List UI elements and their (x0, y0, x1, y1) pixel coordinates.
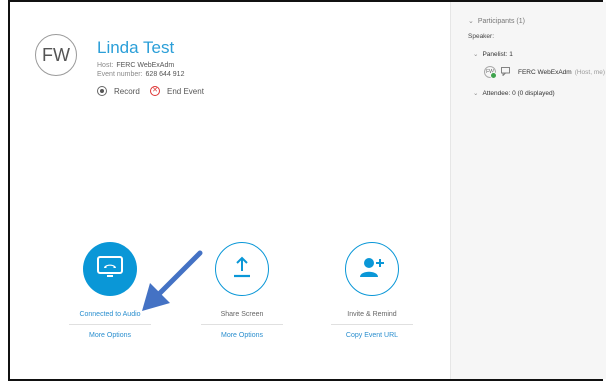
participants-title: Participants (1) (477, 18, 525, 25)
panelist-group-toggle[interactable]: ⌄ Panelist: 1 (473, 50, 513, 58)
event-title: Linda Test (97, 38, 175, 57)
chevron-down-icon: ⌄ (468, 18, 474, 25)
audio-divider (69, 324, 151, 325)
phone-hangup-icon (95, 254, 125, 285)
meeting-window: FW Linda Test Host: FERC WebExAdm Event n… (8, 0, 606, 381)
invite-button[interactable] (345, 242, 399, 296)
record-label: Record (114, 86, 140, 96)
share-screen-button[interactable] (215, 242, 269, 296)
audio-more-options-link[interactable]: More Options (60, 332, 160, 339)
annotation-arrow-icon (142, 250, 203, 311)
chevron-down-icon: ⌄ (473, 90, 479, 97)
attendee-group-toggle[interactable]: ⌄ Attendee: 0 (0 displayed) (473, 89, 555, 97)
host-info: Host: FERC WebExAdm (97, 62, 174, 69)
participant-row-host[interactable]: FW FERC WebExAdm (Host, me) (484, 66, 606, 79)
event-number-info: Event number: 628 644 912 (97, 71, 184, 78)
participants-header[interactable]: ⌄ Participants (1) (468, 17, 525, 25)
participant-avatar: FW (484, 66, 497, 79)
host-label: Host: (97, 62, 114, 69)
invite-divider (331, 324, 413, 325)
participants-panel: ⌄ Participants (1) Speaker: ⌄ Panelist: 1 … (450, 2, 606, 379)
copy-event-url-link[interactable]: Copy Event URL (322, 332, 422, 339)
end-event-label: End Event (167, 86, 204, 96)
host-value: FERC WebExAdm (116, 62, 175, 69)
panelist-group-label: Panelist: 1 (482, 51, 513, 58)
event-number-value: 628 644 912 (145, 71, 185, 78)
chat-icon[interactable] (501, 66, 510, 78)
invite-label: Invite & Remind (347, 311, 397, 318)
participant-role: (Host, me) (574, 68, 606, 76)
upload-arrow-icon (229, 254, 255, 285)
share-divider (201, 324, 283, 325)
participant-name: FERC WebExAdm (518, 68, 572, 76)
event-number-label: Event number: (97, 71, 143, 78)
meeting-main-area: FW Linda Test Host: FERC WebExAdm Event n… (10, 2, 450, 379)
add-person-icon (357, 254, 387, 285)
invite-control: Invite & Remind Copy Event URL (322, 242, 422, 339)
attendee-group-label: Attendee: 0 (0 displayed) (482, 90, 555, 97)
speaker-label: Speaker: (468, 33, 495, 40)
record-icon (97, 86, 107, 96)
record-button[interactable]: Record (97, 86, 140, 96)
chevron-down-icon: ⌄ (473, 51, 479, 58)
end-event-icon: ✕ (150, 86, 160, 96)
share-more-options-link[interactable]: More Options (192, 332, 292, 339)
end-event-button[interactable]: ✕ End Event (150, 86, 204, 96)
status-dot-icon (490, 72, 497, 79)
host-avatar: FW (35, 34, 77, 76)
audio-button[interactable] (83, 242, 137, 296)
